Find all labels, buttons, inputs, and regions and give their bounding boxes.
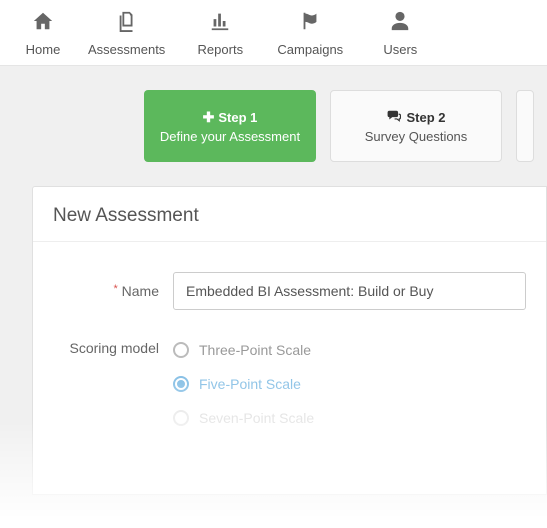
radio-icon	[173, 410, 189, 426]
nav-users[interactable]: Users	[355, 10, 445, 57]
radio-seven-point[interactable]: Seven-Point Scale	[173, 410, 314, 426]
radio-three-point[interactable]: Three-Point Scale	[173, 342, 314, 358]
home-icon	[31, 10, 55, 38]
card-title: New Assessment	[33, 187, 546, 242]
wizard-steps: ✚ Step 1 Define your Assessment Step 2 S…	[0, 66, 547, 186]
scoring-row: Scoring model Three-Point Scale Five-Poi…	[53, 338, 526, 426]
radio-icon	[173, 376, 189, 392]
top-navigation: Home Assessments Reports Campaigns Users	[0, 0, 547, 66]
step-2-subtitle: Survey Questions	[365, 129, 468, 144]
step-1-title: Step 1	[218, 110, 257, 125]
nav-home[interactable]: Home	[8, 10, 78, 57]
step-2-title: Step 2	[406, 110, 445, 125]
radio-label: Five-Point Scale	[199, 376, 301, 392]
radio-label: Seven-Point Scale	[199, 410, 314, 426]
scoring-radio-group: Three-Point Scale Five-Point Scale Seven…	[173, 338, 314, 426]
plus-icon: ✚	[203, 109, 215, 126]
nav-home-label: Home	[26, 42, 61, 57]
radio-label: Three-Point Scale	[199, 342, 311, 358]
required-indicator: *	[113, 283, 117, 295]
comments-icon	[386, 109, 402, 126]
form-area: * Name Scoring model Three-Point Scale F…	[33, 242, 546, 494]
radio-icon	[173, 342, 189, 358]
radio-five-point[interactable]: Five-Point Scale	[173, 376, 314, 392]
flag-icon	[298, 10, 322, 38]
name-input[interactable]	[173, 272, 526, 310]
step-2-card[interactable]: Step 2 Survey Questions	[330, 90, 502, 162]
scoring-label: Scoring model	[53, 338, 173, 356]
step-1-subtitle: Define your Assessment	[160, 129, 300, 144]
nav-campaigns-label: Campaigns	[277, 42, 343, 57]
step-1-card[interactable]: ✚ Step 1 Define your Assessment	[144, 90, 316, 162]
nav-campaigns[interactable]: Campaigns	[265, 10, 355, 57]
bar-chart-icon	[208, 10, 232, 38]
name-row: * Name	[53, 272, 526, 310]
user-icon	[388, 10, 412, 38]
nav-assessments-label: Assessments	[88, 42, 165, 57]
step-3-card-peek[interactable]	[516, 90, 534, 162]
files-icon	[115, 10, 139, 38]
nav-reports-label: Reports	[198, 42, 244, 57]
nav-users-label: Users	[383, 42, 417, 57]
assessment-form-card: New Assessment * Name Scoring model Thre…	[32, 186, 547, 495]
name-label: * Name	[53, 283, 173, 299]
nav-assessments[interactable]: Assessments	[78, 10, 175, 57]
nav-reports[interactable]: Reports	[175, 10, 265, 57]
